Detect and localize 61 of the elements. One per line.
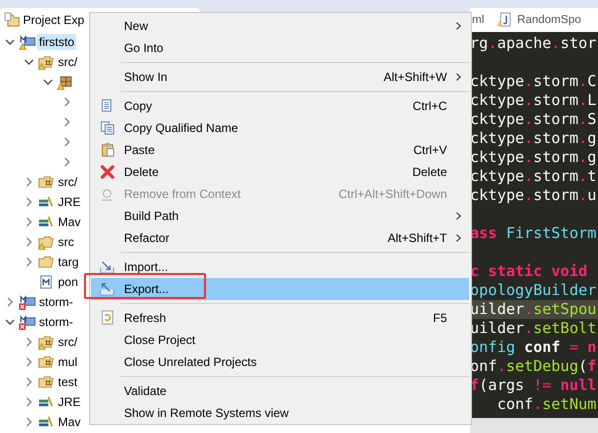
menu-item[interactable]: Import... [91,256,469,278]
menu-item[interactable]: Go Into [91,37,469,59]
menu-item[interactable]: Close Unrelated Projects [91,351,469,373]
chevron-right-icon[interactable] [5,297,15,307]
delete-icon [99,164,116,180]
tree-item[interactable]: Mav [56,214,83,230]
tree-item[interactable]: pon [56,274,80,290]
tree-item[interactable]: test [56,374,80,390]
tree-item[interactable]: Mav [56,414,83,430]
import-icon [99,259,116,275]
code-line: uilder.setBolt [470,319,596,337]
code-line: opologyBuilder [470,281,596,299]
menu-item[interactable]: Refresh F5 [91,307,469,329]
folder-icon [4,12,21,28]
menu-item[interactable]: Copy Qualified Name [91,117,469,139]
paste-icon [99,142,116,158]
copy-icon [99,120,116,136]
code-line: rg.apache.stor [470,34,596,52]
menu-item[interactable]: Export... [91,278,469,300]
code-line: cktype.storm.g [470,129,596,147]
view-title[interactable]: Project Exp [23,13,84,27]
code-line: cktype.storm.L [470,91,596,109]
refresh-icon [99,310,116,326]
code-line: onfig conf = n [470,338,596,356]
menu-item[interactable]: Paste Ctrl+V [91,139,469,161]
code-line: cktype.storm.C [470,72,596,90]
code-line: conf.setNum [496,395,596,413]
code-line: cktype.storm.S [470,110,596,128]
tree-item[interactable]: JRE [56,394,83,410]
code-line: cktype.storm.g [470,148,596,166]
code-line: uilder.setSpou [470,300,596,318]
tree-item[interactable]: storm- [37,314,75,330]
code-line: ass FirstStorm [470,224,596,242]
tree-item[interactable]: mul [56,354,80,370]
export-icon [99,281,116,297]
tree-item[interactable]: firststo [37,34,76,50]
code-line: cktype.storm.t [470,167,596,185]
editor-tab[interactable]: RandomSpo [494,12,584,28]
menu-item[interactable]: Validate [91,380,469,402]
code-line: f(args != null [470,376,596,394]
menu-item[interactable]: Delete Delete [91,161,469,183]
java-file-icon [496,12,514,28]
tree-item[interactable]: src [56,234,76,250]
tree-item[interactable]: storm- [37,294,75,310]
menu-item[interactable]: Build Path [91,205,469,227]
menu-item[interactable]: Close Project [91,329,469,351]
tree-item[interactable]: targ [56,254,81,270]
tree-item[interactable]: src/ [56,334,80,350]
code-editor[interactable] [470,32,598,418]
menu-item[interactable]: Refactor Alt+Shift+T [91,227,469,249]
menu-item[interactable]: Show In Alt+Shift+W [91,66,469,88]
menu-item[interactable]: New [91,15,469,37]
tree-item[interactable]: src/ [56,174,80,190]
chevron-down-icon[interactable] [5,317,15,327]
menu-item[interactable]: Copy Ctrl+C [91,95,469,117]
menu-item[interactable]: Show in Remote Systems view [91,402,469,424]
code-line: cktype.storm.u [470,186,596,204]
editor-tab[interactable]: ml [470,14,486,26]
horizontal-scrollbar[interactable] [470,418,598,433]
tree-item[interactable]: JRE [56,194,83,210]
tree-item[interactable]: src/ [56,54,80,70]
